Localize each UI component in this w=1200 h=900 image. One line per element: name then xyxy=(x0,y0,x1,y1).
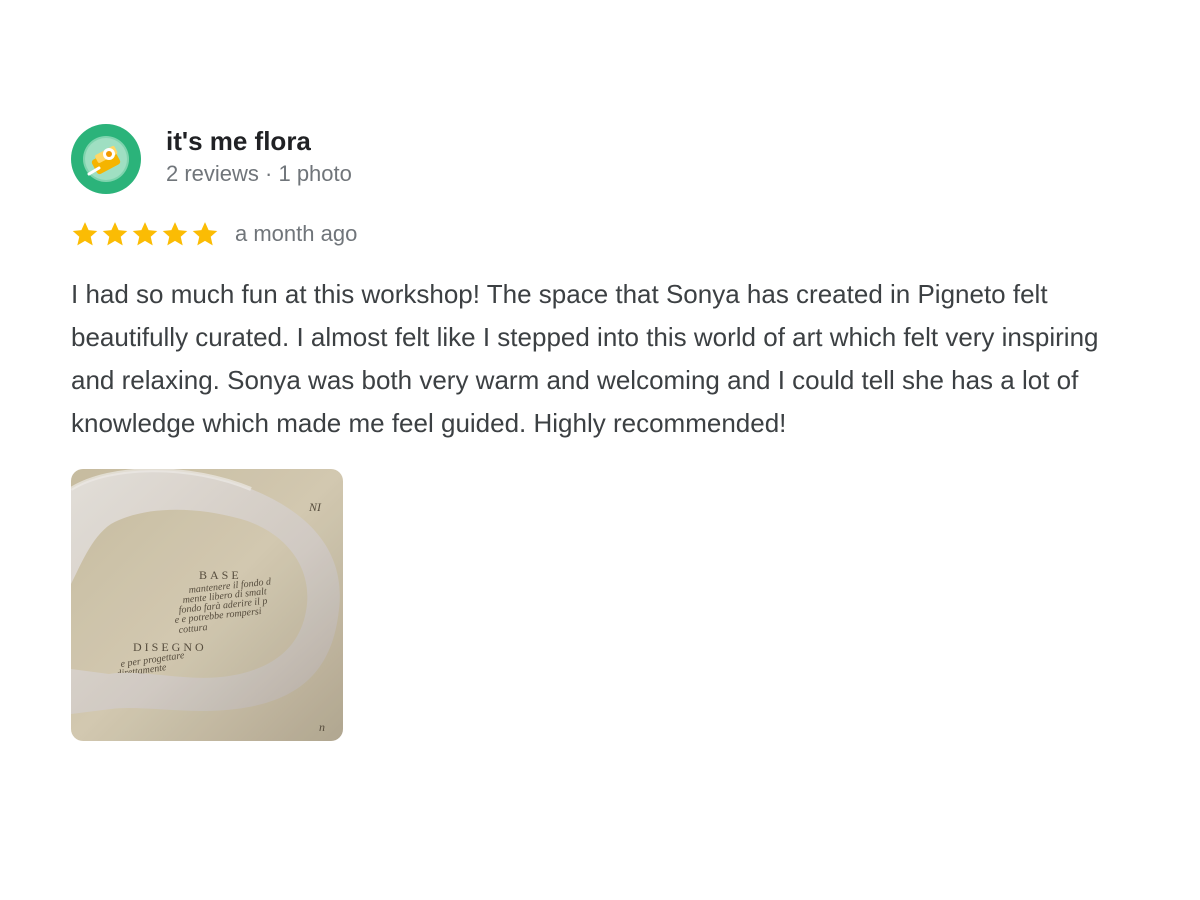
rating-row: a month ago xyxy=(71,219,1131,249)
avatar-icon xyxy=(85,138,127,180)
review-photo[interactable]: BASEDISEGNOmantenere il fondo dmente lib… xyxy=(71,469,343,741)
author-name[interactable]: it's me flora xyxy=(166,125,352,157)
star-rating xyxy=(71,220,219,248)
star-icon xyxy=(162,222,188,246)
review-card: it's me flora 2 reviews · 1 photo a mont… xyxy=(71,124,1131,741)
review-header: it's me flora 2 reviews · 1 photo xyxy=(71,124,1131,194)
avatar[interactable] xyxy=(71,124,141,194)
star-icon xyxy=(102,222,128,246)
review-date: a month ago xyxy=(235,221,358,246)
review-text: I had so much fun at this workshop! The … xyxy=(71,279,1099,438)
star-icon xyxy=(192,222,218,246)
star-icon xyxy=(72,222,98,246)
author-meta: 2 reviews · 1 photo xyxy=(166,161,352,186)
star-icon xyxy=(132,222,158,246)
author-block: it's me flora 2 reviews · 1 photo xyxy=(166,125,352,189)
